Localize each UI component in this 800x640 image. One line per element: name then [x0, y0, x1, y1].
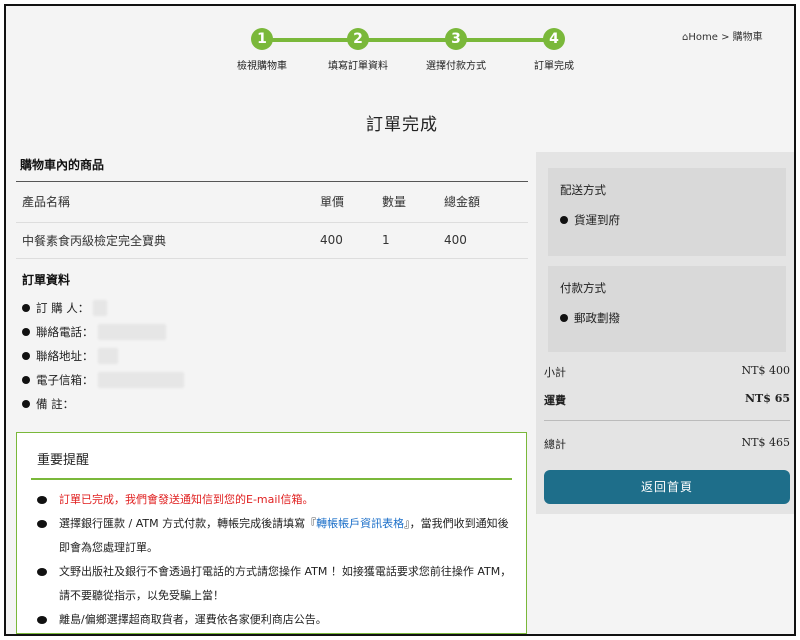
payment-method-value: 郵政劃撥	[560, 310, 774, 326]
header-price: 單價	[314, 182, 376, 223]
cart-table: 產品名稱 單價 數量 總金額 中餐素食丙級檢定完全寶典 400 1 400	[16, 182, 528, 259]
shipping-method-box: 配送方式 貨運到府	[548, 168, 786, 256]
bullet-icon	[22, 399, 30, 408]
notice-title: 重要提醒	[31, 445, 512, 480]
cell-total: 400	[438, 222, 528, 259]
shipping-method-text: 貨運到府	[574, 213, 620, 227]
note-label: 備 註：	[36, 396, 75, 411]
order-info: 訂單資料 訂 購 人： 聯絡電話： 聯絡地址： 電子信箱： 備 註：	[16, 271, 528, 416]
order-details: 購物車內的商品 產品名稱 單價 數量 總金額 中餐素食丙級檢定完全寶典 400 …	[16, 152, 528, 416]
subtotal-label: 小計	[544, 366, 566, 379]
redacted-value	[97, 371, 184, 388]
bullet-icon	[37, 520, 47, 528]
page-title: 訂單完成	[366, 115, 438, 135]
step-2-circle: 2	[347, 28, 369, 50]
step-4: 4 訂單完成	[514, 28, 594, 72]
subtotal-value: NT$ 400	[741, 364, 790, 377]
payment-method-box: 付款方式 郵政劃撥	[548, 266, 786, 352]
transfer-form-link[interactable]: 轉帳帳戶資訊表格	[316, 517, 404, 530]
page-frame: 1 檢視購物車 2 填寫訂單資料 3 選擇付款方式 4 訂單完成 ⌂Home >…	[4, 4, 796, 636]
bullet-icon	[22, 351, 30, 360]
total-row: 總計 NT$ 465	[544, 436, 790, 452]
info-phone: 聯絡電話：	[22, 320, 528, 344]
notice-text: 訂單已完成，我們會發送通知信到您的E-mail信箱。	[59, 493, 314, 506]
shipping-fee-row: 運費 NT$ 65	[544, 392, 790, 408]
step-1-label: 檢視購物車	[237, 61, 287, 72]
bullet-icon	[22, 375, 30, 384]
notice-item: 離島/偏鄉選擇超商取貨者，運費依各家便利商店公告。	[31, 608, 512, 632]
info-email: 電子信箱：	[22, 368, 528, 392]
header-name: 產品名稱	[16, 182, 314, 223]
step-3-label: 選擇付款方式	[426, 61, 486, 72]
bullet-icon	[560, 314, 568, 322]
important-notice: 重要提醒 訂單已完成，我們會發送通知信到您的E-mail信箱。 選擇銀行匯款 /…	[16, 432, 527, 634]
total-value: NT$ 465	[741, 436, 790, 449]
checkout-steps: 1 檢視購物車 2 填寫訂單資料 3 選擇付款方式 4 訂單完成	[222, 28, 592, 78]
cell-product-name: 中餐素食丙級檢定完全寶典	[16, 222, 314, 259]
notice-text: 離島/偏鄉選擇超商取貨者，運費依各家便利商店公告。	[59, 613, 327, 626]
payment-method-text: 郵政劃撥	[574, 311, 620, 325]
order-summary-panel: 配送方式 貨運到府 付款方式 郵政劃撥 小計 NT$ 400 運費 NT$ 65…	[536, 152, 794, 514]
cell-price: 400	[314, 222, 376, 259]
steps-progress-line	[262, 38, 554, 42]
subtotal-row: 小計 NT$ 400	[544, 364, 790, 380]
cell-qty: 1	[376, 222, 438, 259]
buyer-label: 訂 購 人：	[36, 300, 90, 315]
bullet-icon	[560, 216, 568, 224]
order-info-title: 訂單資料	[22, 272, 71, 287]
notice-text-part: 選擇銀行匯款 / ATM 方式付款，轉帳完成後請填寫『	[59, 517, 317, 530]
notice-item: 選擇銀行匯款 / ATM 方式付款，轉帳完成後請填寫『轉帳帳戶資訊表格』，當我們…	[31, 512, 512, 560]
total-label: 總計	[544, 438, 566, 451]
step-3-circle: 3	[445, 28, 467, 50]
address-label: 聯絡地址：	[36, 348, 94, 363]
step-2: 2 填寫訂單資料	[318, 28, 398, 72]
bullet-icon	[22, 303, 30, 312]
back-to-home-button[interactable]: 返回首頁	[544, 470, 790, 504]
step-1-circle: 1	[251, 28, 273, 50]
shipping-fee-label: 運費	[544, 394, 566, 407]
info-buyer: 訂 購 人：	[22, 296, 528, 320]
header-total: 總金額	[438, 182, 528, 223]
notice-text: 文野出版社及銀行不會透過打電話的方式請您操作 ATM ！如接獲電話要求您前往操作…	[59, 565, 512, 602]
bullet-icon	[37, 568, 47, 576]
info-note: 備 註：	[22, 392, 528, 416]
email-label: 電子信箱：	[36, 372, 94, 387]
step-2-label: 填寫訂單資料	[328, 61, 388, 72]
shipping-fee-value: NT$ 65	[744, 392, 790, 405]
payment-method-title: 付款方式	[560, 281, 606, 295]
bullet-icon	[37, 616, 47, 624]
phone-label: 聯絡電話：	[36, 324, 94, 339]
step-4-circle: 4	[543, 28, 565, 50]
cart-header-row: 產品名稱 單價 數量 總金額	[16, 182, 528, 223]
step-3: 3 選擇付款方式	[416, 28, 496, 72]
breadcrumb-separator: >	[721, 32, 730, 43]
table-row: 中餐素食丙級檢定完全寶典 400 1 400	[16, 222, 528, 259]
notice-text: 選擇銀行匯款 / ATM 方式付款，轉帳完成後請填寫『轉帳帳戶資訊表格』，當我們…	[59, 512, 512, 560]
cart-section-title: 購物車內的商品	[16, 152, 528, 182]
bullet-icon	[22, 327, 30, 336]
breadcrumb: ⌂Home > 購物車	[682, 28, 763, 43]
shipping-method-value: 貨運到府	[560, 212, 774, 228]
bullet-icon	[37, 496, 47, 504]
breadcrumb-home-link[interactable]: Home	[688, 32, 718, 43]
notice-item: 訂單已完成，我們會發送通知信到您的E-mail信箱。	[31, 488, 512, 512]
redacted-value	[93, 299, 108, 316]
breadcrumb-current: 購物車	[732, 32, 763, 43]
redacted-value	[97, 323, 166, 340]
header-qty: 數量	[376, 182, 438, 223]
redacted-value	[97, 347, 118, 364]
summary-divider	[544, 420, 790, 421]
notice-item: 文野出版社及銀行不會透過打電話的方式請您操作 ATM ！如接獲電話要求您前往操作…	[31, 560, 512, 608]
shipping-method-title: 配送方式	[560, 183, 606, 197]
step-1: 1 檢視購物車	[222, 28, 302, 72]
info-address: 聯絡地址：	[22, 344, 528, 368]
step-4-label: 訂單完成	[534, 61, 574, 72]
